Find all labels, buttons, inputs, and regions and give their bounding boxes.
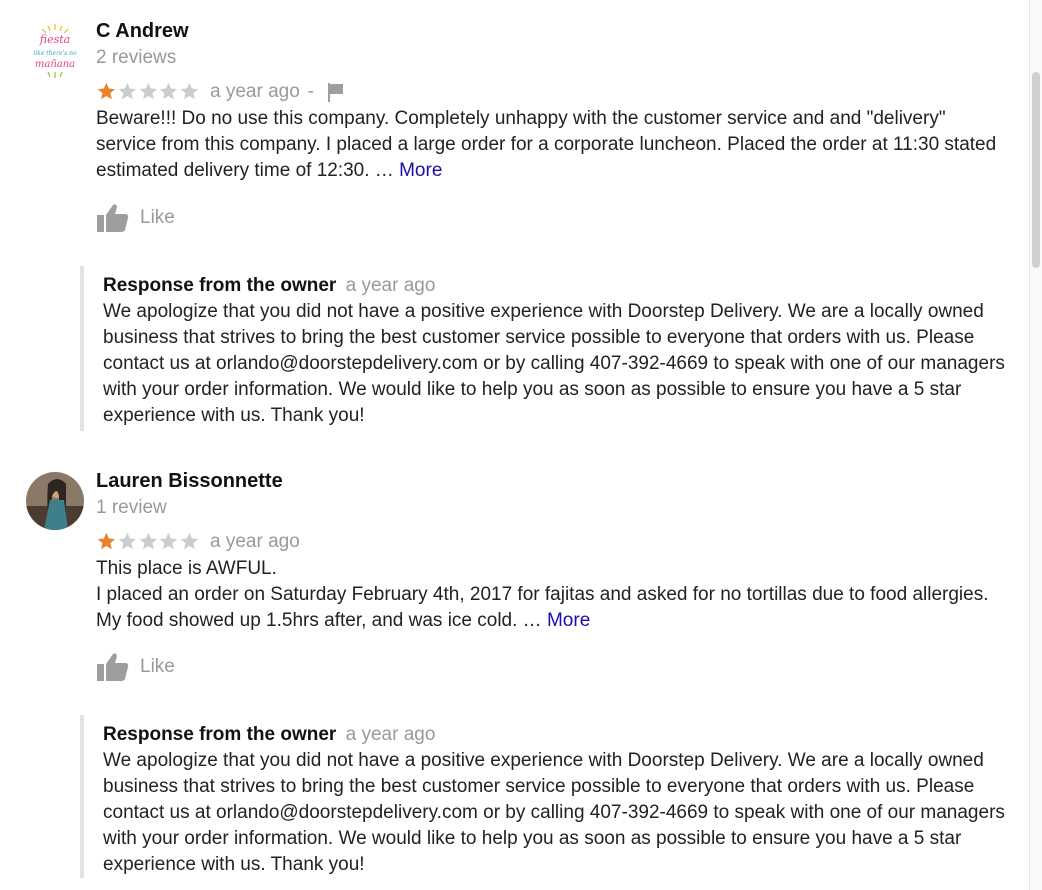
- like-label: Like: [140, 656, 175, 677]
- review-text: This place is AWFUL. I placed an order o…: [96, 556, 1006, 634]
- review-count[interactable]: 1 review: [96, 497, 167, 519]
- star-rating: [96, 81, 200, 103]
- star-icon: [180, 532, 199, 550]
- avatar[interactable]: [26, 472, 84, 530]
- review-text: Beware!!! Do no use this company. Comple…: [96, 106, 1006, 184]
- star-icon: [160, 82, 178, 100]
- review-meta: a year ago: [96, 530, 300, 554]
- star-icon: [97, 532, 116, 550]
- star-rating: [96, 531, 200, 553]
- response-title: Response from the owner: [103, 724, 337, 745]
- owner-response: Response from the owner a year ago We ap…: [80, 266, 1023, 431]
- star-icon: [118, 532, 136, 550]
- svg-text:fiesta: fiesta: [39, 33, 70, 46]
- review-first-line: This place is AWFUL.: [96, 558, 277, 579]
- like-label: Like: [140, 207, 175, 228]
- like-button[interactable]: Like: [96, 650, 175, 684]
- avatar[interactable]: fiesta like there's no mañana: [26, 22, 84, 80]
- user-photo-icon: [26, 472, 84, 530]
- svg-text:mañana: mañana: [35, 59, 75, 70]
- more-link[interactable]: More: [399, 160, 442, 181]
- more-link[interactable]: More: [547, 610, 590, 631]
- response-title: Response from the owner: [103, 275, 337, 296]
- scrollbar[interactable]: [1029, 0, 1042, 890]
- flag-icon[interactable]: [326, 81, 346, 103]
- fiesta-logo-icon: fiesta like there's no mañana: [33, 24, 77, 78]
- star-icon: [139, 532, 157, 550]
- review-time: a year ago: [210, 81, 300, 102]
- review-body: I placed an order on Saturday February 4…: [96, 584, 989, 631]
- thumbs-up-icon: [97, 653, 129, 681]
- meta-separator: -: [307, 81, 315, 102]
- reviewer-name[interactable]: C Andrew: [96, 20, 189, 43]
- response-time: a year ago: [345, 724, 436, 745]
- review-body: Beware!!! Do no use this company. Comple…: [96, 108, 997, 181]
- star-icon: [97, 82, 116, 100]
- star-icon: [180, 82, 199, 100]
- review-meta: a year ago -: [96, 80, 346, 104]
- response-time: a year ago: [345, 275, 436, 296]
- star-icon: [160, 532, 178, 550]
- svg-text:like there's no: like there's no: [33, 50, 77, 57]
- reviews-page: fiesta like there's no mañana C Andrew 2…: [0, 0, 1042, 890]
- thumbs-up-icon: [97, 204, 129, 232]
- star-icon: [139, 82, 157, 100]
- scrollbar-thumb[interactable]: [1032, 72, 1040, 268]
- reviewer-name[interactable]: Lauren Bissonnette: [96, 470, 283, 493]
- response-text: We apologize that you did not have a pos…: [103, 750, 1005, 875]
- review-time: a year ago: [210, 531, 300, 552]
- like-button[interactable]: Like: [96, 201, 175, 235]
- response-text: We apologize that you did not have a pos…: [103, 301, 1005, 426]
- review-count[interactable]: 2 reviews: [96, 47, 176, 69]
- owner-response: Response from the owner a year ago We ap…: [80, 715, 1023, 878]
- star-icon: [118, 82, 136, 100]
